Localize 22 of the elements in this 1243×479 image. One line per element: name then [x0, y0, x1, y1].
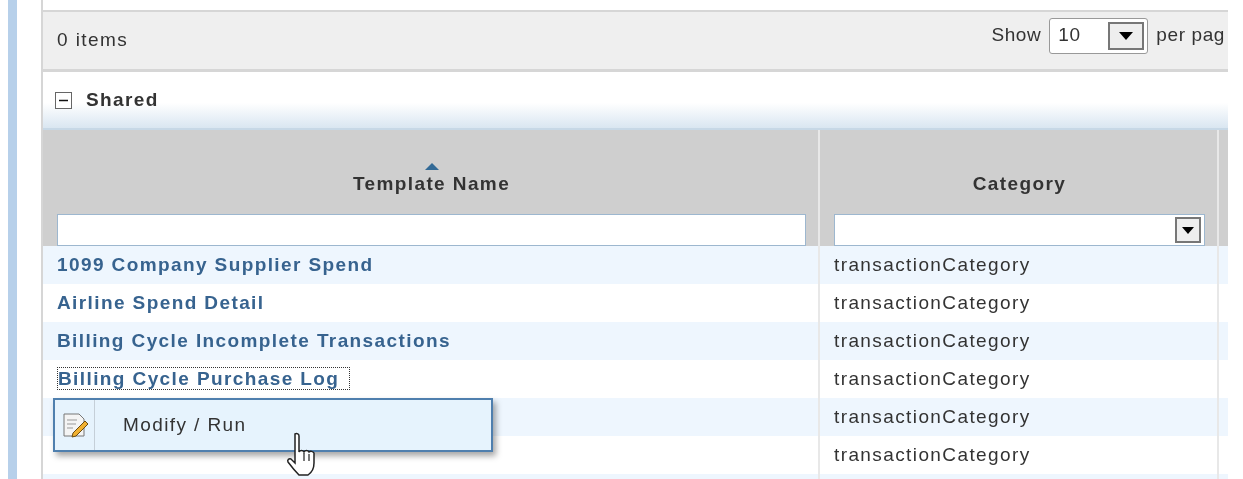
- show-label: Show: [991, 23, 1042, 48]
- per-page-label: per pag: [1156, 23, 1225, 48]
- template-link[interactable]: Airline Spend Detail: [57, 291, 265, 313]
- category-text: transactionCategory: [834, 253, 1031, 275]
- category-text: transactionCategory: [834, 329, 1031, 351]
- category-text: transactionCategory: [834, 405, 1031, 427]
- category-text: transactionCategory: [834, 443, 1031, 465]
- filter-field[interactable]: [57, 214, 806, 246]
- edit-document-icon: [60, 411, 89, 439]
- page-size-select[interactable]: 10: [1049, 17, 1149, 54]
- dropdown-arrow-icon: [1182, 226, 1194, 234]
- item-count: 0 items: [57, 28, 129, 53]
- column-header[interactable]: Template Name: [352, 169, 511, 198]
- category-text: transactionCategory: [834, 291, 1031, 313]
- filter-select[interactable]: [834, 214, 1205, 246]
- column-header[interactable]: Category: [972, 169, 1067, 198]
- group-label: Shared: [86, 87, 159, 112]
- template-link[interactable]: Billing Cycle Purchase Log: [57, 366, 351, 390]
- dropdown-arrow-icon: [1119, 31, 1134, 40]
- context-menu-item[interactable]: Modify / Run: [53, 398, 493, 452]
- category-text: transactionCategory: [834, 367, 1031, 389]
- collapse-icon[interactable]: [55, 91, 72, 109]
